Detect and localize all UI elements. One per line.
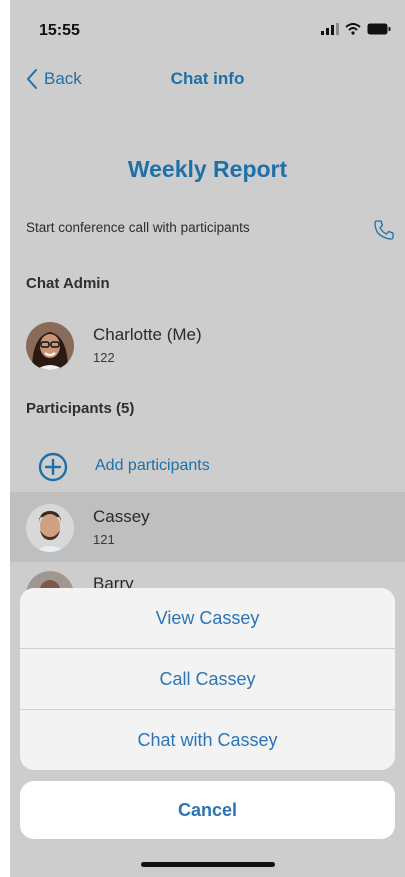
- participant-name: Cassey: [93, 507, 150, 526]
- status-time: 15:55: [39, 22, 80, 39]
- admin-extension: 122: [93, 350, 115, 365]
- chat-admin-header: Chat Admin: [26, 275, 110, 292]
- navigation-bar: Back Chat info: [10, 60, 405, 100]
- action-sheet: View Cassey Call Cassey Chat with Cassey: [20, 588, 395, 770]
- admin-name: Charlotte (Me): [93, 325, 202, 344]
- call-contact-button[interactable]: Call Cassey: [20, 649, 395, 710]
- avatar: [26, 322, 74, 370]
- status-icons: [321, 23, 391, 35]
- participant-row-selected[interactable]: Cassey 121: [10, 492, 405, 562]
- add-participants-button[interactable]: Add participants: [38, 452, 378, 482]
- avatar: [26, 504, 74, 552]
- chat-info-screen: 15:55 Back Chat info Weekly Report Start…: [10, 0, 405, 877]
- conference-call-text: Start conference call with participants: [26, 220, 250, 235]
- cancel-button[interactable]: Cancel: [20, 781, 395, 839]
- status-bar: 15:55: [10, 0, 405, 60]
- view-contact-button[interactable]: View Cassey: [20, 588, 395, 649]
- signal-icon: [321, 23, 339, 35]
- admin-row[interactable]: Charlotte (Me) 122: [26, 322, 396, 372]
- conference-call-row[interactable]: Start conference call with participants: [26, 218, 396, 242]
- chat-title: Weekly Report: [127, 156, 288, 182]
- battery-icon: [367, 23, 391, 35]
- add-participants-label: Add participants: [95, 457, 210, 474]
- nav-title: Chat info: [170, 69, 245, 88]
- phone-icon[interactable]: [372, 218, 396, 242]
- participants-header: Participants (5): [26, 400, 135, 417]
- plus-circle-icon: [38, 452, 68, 482]
- chat-with-contact-button[interactable]: Chat with Cassey: [20, 710, 395, 770]
- home-indicator: [141, 862, 275, 867]
- participant-item: Cassey 121: [26, 504, 396, 554]
- wifi-icon: [345, 23, 361, 35]
- participant-extension: 121: [93, 532, 115, 547]
